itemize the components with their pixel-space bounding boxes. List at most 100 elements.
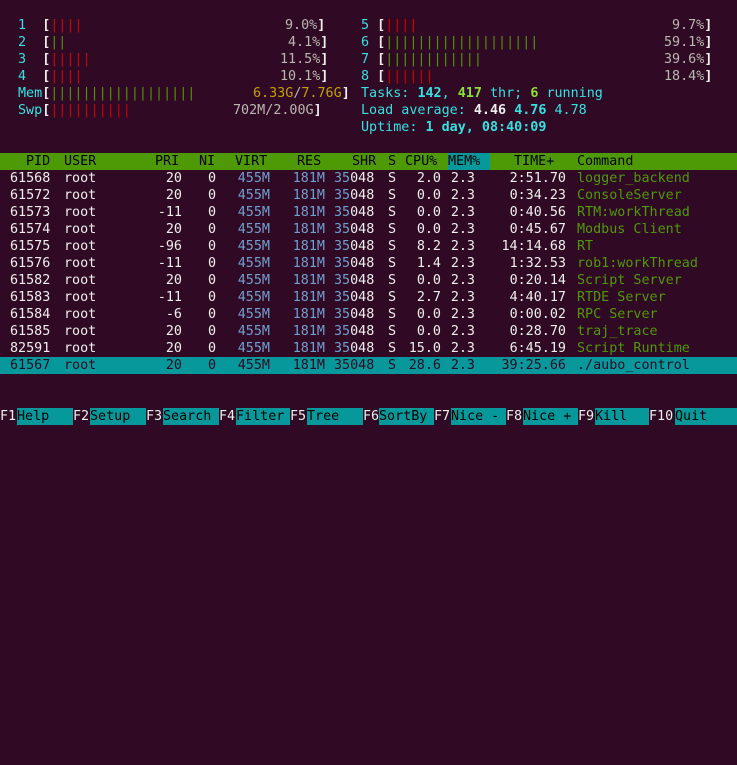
col-command[interactable]: Command	[577, 153, 633, 170]
cell-cmd: RT	[577, 239, 594, 254]
cell-cmd: logger_backend	[577, 171, 690, 186]
cell-res: 181M	[292, 205, 325, 220]
cpu-bar: |||||	[50, 52, 91, 67]
cell-shr: 35048	[334, 273, 375, 288]
cell-mem: 2.3	[450, 273, 475, 288]
table-row[interactable]: 61576 root -11 0 455M 181M 35048 S 1.4 2.3 1:32.53…	[0, 255, 737, 272]
col-time[interactable]: TIME+	[514, 153, 554, 170]
cell-s: S	[388, 188, 397, 203]
cell-time: 0:45.67	[509, 222, 566, 237]
cell-mem: 2.3	[450, 307, 475, 322]
cell-user: root	[64, 341, 97, 356]
cell-cpu: 0.0	[416, 188, 441, 203]
table-row[interactable]: 61583 root -11 0 455M 181M 35048 S 2.7 2.3 4:40.17…	[0, 289, 737, 306]
col-pid[interactable]: PID	[26, 153, 50, 170]
cell-cmd: rob1:workThread	[577, 256, 698, 271]
quit-button[interactable]: Quit	[675, 408, 737, 425]
cell-pid: 61576	[10, 256, 51, 271]
fkey-f10-key: F10	[649, 409, 674, 424]
table-row-selected[interactable]: 61567 root 20 0 455M 181M 35048 S 28.6 2.3 39:25.6…	[0, 357, 737, 374]
cpu-pct-2: 4.1%]	[288, 35, 329, 50]
cell-ni: 0	[207, 307, 216, 322]
cell-s: S	[388, 222, 397, 237]
cell-pid: 61582	[10, 273, 51, 288]
cell-time: 4:40.17	[509, 290, 566, 305]
cell-cmd: Modbus Client	[577, 222, 682, 237]
cell-pid: 61575	[10, 239, 51, 254]
cell-shr: 35048	[334, 171, 375, 186]
table-row[interactable]: 61582 root 20 0 455M 181M 35048 S 0.0 2.3 0:20.14 S…	[0, 272, 737, 289]
sortby-button[interactable]: SortBy	[379, 408, 434, 425]
cell-cmd: RTM:workThread	[577, 205, 690, 220]
function-key-bar: F1 Help F2 Setup F3 Search F4 Filter F5 …	[0, 408, 737, 425]
cell-pid: 61568	[10, 171, 51, 186]
cell-ni: 0	[207, 256, 216, 271]
col-cpu[interactable]: CPU%	[405, 153, 437, 170]
col-res[interactable]: RES	[297, 153, 321, 170]
filter-button[interactable]: Filter	[236, 408, 290, 425]
cell-res: 181M	[292, 239, 325, 254]
cell-user: root	[64, 171, 97, 186]
search-button[interactable]: Search	[163, 408, 219, 425]
cell-time: 6:45.19	[509, 341, 566, 356]
col-mem[interactable]: MEM%	[448, 153, 490, 170]
col-shr[interactable]: SHR	[352, 153, 376, 170]
table-row[interactable]: 61584 root -6 0 455M 181M 35048 S 0.0 2.3 0:00.02 R…	[0, 306, 737, 323]
cell-pid: 61574	[10, 222, 51, 237]
table-row[interactable]: 61575 root -96 0 455M 181M 35048 S 8.2 2.3 14:14.6…	[0, 238, 737, 255]
cell-user: root	[64, 290, 97, 305]
col-pri[interactable]: PRI	[155, 153, 179, 170]
table-row[interactable]: 61572 root 20 0 455M 181M 35048 S 0.0 2.3 0:34.23 C…	[0, 187, 737, 204]
cell-virt: 455M	[237, 307, 270, 322]
cell-cmd: ConsoleServer	[577, 188, 682, 203]
cell-mem: 2.3	[450, 205, 475, 220]
nice-minus-button[interactable]: Nice -	[451, 408, 506, 425]
table-row[interactable]: 82591 root 20 0 455M 181M 35048 S 15.0 2.3 6:45.19…	[0, 340, 737, 357]
process-table-header[interactable]: PID USER PRI NI VIRT RES SHR S CPU% MEM%…	[0, 153, 737, 170]
cell-cmd: Script Server	[577, 273, 682, 288]
col-user[interactable]: USER	[64, 153, 96, 170]
cell-pri: 20	[165, 222, 182, 237]
table-row[interactable]: 61574 root 20 0 455M 181M 35048 S 0.0 2.3 0:45.67 M…	[0, 221, 737, 238]
cell-shr: 35048	[334, 239, 375, 254]
table-row[interactable]: 61568 root 20 0 455M 181M 35048 S 2.0 2.3 2:51.70 l…	[0, 170, 737, 187]
cpu-pct-7: 39.6%]	[664, 52, 713, 67]
setup-button[interactable]: Setup	[90, 408, 146, 425]
fkey-f1-key: F1	[0, 409, 17, 424]
cell-pri: 20	[165, 341, 182, 356]
help-button[interactable]: Help	[17, 408, 73, 425]
cell-time: 0:20.14	[509, 273, 566, 288]
fkey-f4-key: F4	[219, 409, 236, 424]
cpu-meter-1: 1 [||||	[18, 18, 83, 33]
nice-plus-button[interactable]: Nice +	[523, 408, 578, 425]
cell-ni: 0	[207, 239, 216, 254]
tree-button[interactable]: Tree	[307, 408, 363, 425]
cell-mem: 2.3	[450, 171, 475, 186]
cell-user: root	[64, 222, 97, 237]
cell-ni: 0	[207, 290, 216, 305]
cell-res: 181M	[292, 324, 325, 339]
cpu-meter-3: 3 [|||||	[18, 52, 91, 67]
table-row[interactable]: 61585 root 20 0 455M 181M 35048 S 0.0 2.3 0:28.70 t…	[0, 323, 737, 340]
cell-cpu: 0.0	[416, 222, 441, 237]
cell-pri: -96	[157, 239, 182, 254]
col-virt[interactable]: VIRT	[235, 153, 267, 170]
cell-shr: 35048	[334, 341, 375, 356]
cell-cmd: ./aubo_control	[577, 358, 690, 373]
kill-button[interactable]: Kill	[595, 408, 649, 425]
cell-user: root	[64, 256, 97, 271]
cell-pri: 20	[165, 171, 182, 186]
cell-virt: 455M	[237, 188, 270, 203]
cell-pid: 61585	[10, 324, 51, 339]
cell-user: root	[64, 205, 97, 220]
col-state[interactable]: S	[388, 153, 396, 170]
cpu-meter-2: 2 [||	[18, 35, 67, 50]
cell-cpu: 0.0	[416, 307, 441, 322]
cell-virt: 455M	[237, 324, 270, 339]
col-ni[interactable]: NI	[199, 153, 215, 170]
table-row[interactable]: 61573 root -11 0 455M 181M 35048 S 0.0 2.3 0:40.56…	[0, 204, 737, 221]
cell-pri: -6	[165, 307, 182, 322]
cell-mem: 2.3	[450, 341, 475, 356]
cell-cmd: RPC Server	[577, 307, 658, 322]
cell-ni: 0	[207, 222, 216, 237]
